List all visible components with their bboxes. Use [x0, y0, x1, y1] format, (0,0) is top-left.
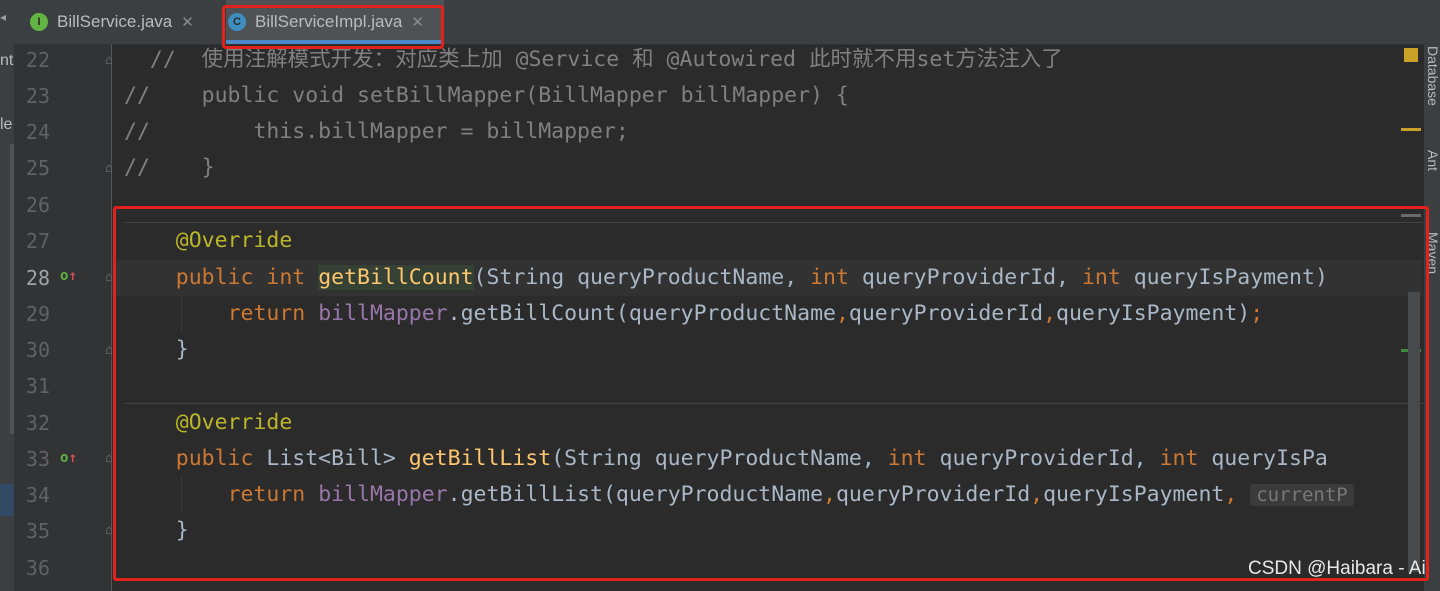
implements-method-icon[interactable]: o↑ [60, 268, 77, 284]
line-number: 30 [25, 338, 50, 362]
line-number: 36 [25, 556, 50, 580]
code-line-24[interactable]: // this.billMapper = billMapper; [124, 114, 629, 150]
line-number: 33 [25, 447, 50, 471]
fold-start-icon[interactable]: ⌂ [103, 54, 115, 68]
project-tree-fragment[interactable]: le [0, 116, 12, 134]
line-number: 26 [25, 193, 50, 217]
warning-marker[interactable] [1404, 48, 1418, 62]
error-stripe-marker[interactable] [1401, 128, 1421, 131]
line-number: 23 [25, 84, 50, 108]
watermark: CSDN @Haibara - Ai [1248, 558, 1426, 579]
line-number: 27 [25, 229, 50, 253]
editor-tab-bar [0, 0, 1424, 45]
line-number: 34 [25, 483, 50, 507]
tool-window-database[interactable]: Database [1425, 46, 1440, 106]
implements-method-icon[interactable]: o↑ [60, 450, 77, 466]
tool-window-ant[interactable]: Ant [1425, 150, 1440, 171]
highlight-box-methods [113, 206, 1429, 581]
line-number: 31 [25, 374, 50, 398]
code-line-23[interactable]: // public void setBillMapper(BillMapper … [124, 78, 849, 114]
line-number: 35 [25, 519, 50, 543]
line-number: 22 [25, 48, 50, 72]
interface-icon: I [30, 13, 48, 31]
highlight-box-tab [222, 5, 444, 49]
gutter-divider [111, 44, 112, 591]
tabs-scroll-left-icon[interactable]: ◂ [0, 10, 10, 30]
line-number: 25 [25, 156, 50, 180]
tab-label: BillService.java [57, 12, 173, 31]
close-icon[interactable]: ✕ [181, 13, 194, 31]
line-number: 29 [25, 302, 50, 326]
line-number: 32 [25, 411, 50, 435]
code-line-25[interactable]: // } [124, 150, 215, 186]
line-number-current: 28 [25, 266, 50, 290]
project-tree-selection [0, 484, 14, 516]
tab-billservice[interactable]: I BillService.java ✕ [30, 0, 194, 44]
project-panel-edge[interactable]: ntr le [0, 44, 19, 591]
fold-end-icon[interactable]: ⌂ [103, 162, 115, 176]
line-number: 24 [25, 120, 50, 144]
